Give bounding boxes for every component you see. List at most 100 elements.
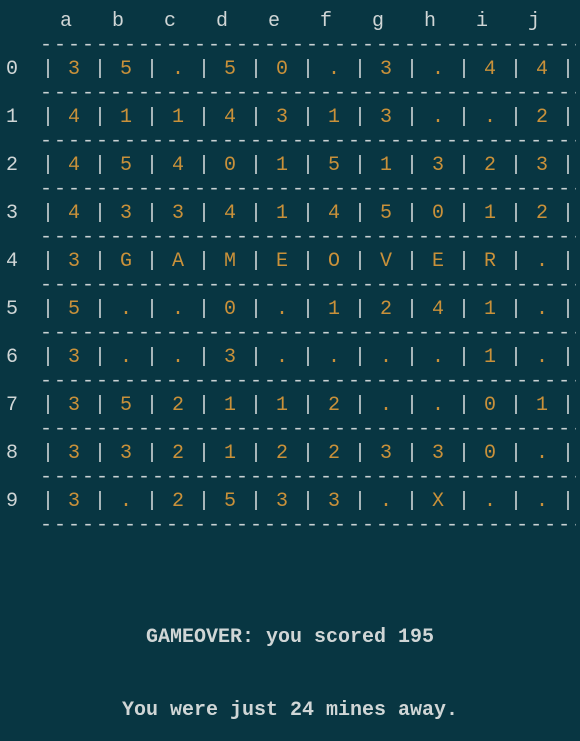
grid-cell[interactable]: X [418, 490, 458, 513]
grid-cell[interactable]: 3 [54, 58, 94, 81]
grid-cell[interactable]: 3 [366, 106, 406, 129]
grid-cell[interactable]: 4 [54, 154, 94, 177]
grid-cell[interactable]: . [418, 58, 458, 81]
grid-cell[interactable]: 3 [262, 490, 302, 513]
grid-cell[interactable]: . [158, 298, 198, 321]
grid-cell[interactable]: 2 [522, 106, 562, 129]
grid-cell[interactable]: 2 [158, 442, 198, 465]
grid-cell[interactable]: . [470, 106, 510, 129]
grid-cell[interactable]: E [262, 250, 302, 273]
grid-cell[interactable]: 3 [366, 58, 406, 81]
grid-cell[interactable]: 1 [262, 202, 302, 225]
grid-cell[interactable]: G [106, 250, 146, 273]
grid-cell[interactable]: 2 [366, 298, 406, 321]
grid-cell[interactable]: 4 [210, 106, 250, 129]
grid-cell[interactable]: 2 [470, 154, 510, 177]
grid-cell[interactable]: 5 [314, 154, 354, 177]
grid-cell[interactable]: 0 [210, 154, 250, 177]
grid-cell[interactable]: E [418, 250, 458, 273]
grid-cell[interactable]: 1 [158, 106, 198, 129]
grid-cell[interactable]: M [210, 250, 250, 273]
grid-cell[interactable]: 4 [470, 58, 510, 81]
grid-cell[interactable]: . [314, 346, 354, 369]
grid-cell[interactable]: 0 [210, 298, 250, 321]
grid-cell[interactable]: 1 [470, 298, 510, 321]
grid-cell[interactable]: 0 [470, 394, 510, 417]
grid-cell[interactable]: 4 [54, 106, 94, 129]
grid-cell[interactable]: 0 [470, 442, 510, 465]
grid-cell[interactable]: 1 [262, 154, 302, 177]
grid-cell[interactable]: 5 [210, 58, 250, 81]
grid-cell[interactable]: . [106, 298, 146, 321]
grid-cell[interactable]: . [522, 250, 562, 273]
grid-cell[interactable]: 2 [314, 394, 354, 417]
grid-cell[interactable]: 2 [522, 202, 562, 225]
grid-cell[interactable]: 5 [106, 58, 146, 81]
grid-cell[interactable]: 4 [522, 58, 562, 81]
grid-cell[interactable]: 4 [210, 202, 250, 225]
grid-cell[interactable]: 1 [366, 154, 406, 177]
grid-cell[interactable]: . [522, 490, 562, 513]
grid-cell[interactable]: 5 [366, 202, 406, 225]
grid-cell[interactable]: 0 [418, 202, 458, 225]
grid-cell[interactable]: O [314, 250, 354, 273]
grid-cell[interactable]: 2 [158, 394, 198, 417]
grid-cell[interactable]: 4 [54, 202, 94, 225]
grid-cell[interactable]: 3 [54, 442, 94, 465]
grid-cell[interactable]: . [418, 394, 458, 417]
grid-cell[interactable]: 3 [314, 490, 354, 513]
grid-cell[interactable]: . [262, 298, 302, 321]
grid-cell[interactable]: 1 [262, 394, 302, 417]
grid-cell[interactable]: 3 [54, 346, 94, 369]
grid-cell[interactable]: 1 [106, 106, 146, 129]
grid-cell[interactable]: 4 [314, 202, 354, 225]
grid-cell[interactable]: 3 [54, 250, 94, 273]
grid-cell[interactable]: . [418, 346, 458, 369]
grid-cell[interactable]: . [522, 298, 562, 321]
grid-cell[interactable]: 4 [418, 298, 458, 321]
grid-cell[interactable]: 5 [210, 490, 250, 513]
grid-cell[interactable]: . [262, 346, 302, 369]
grid-cell[interactable]: 0 [262, 58, 302, 81]
grid-cell[interactable]: . [158, 58, 198, 81]
grid-cell[interactable]: 5 [54, 298, 94, 321]
grid-cell[interactable]: 2 [158, 490, 198, 513]
grid-cell[interactable]: . [522, 346, 562, 369]
grid-cell[interactable]: 3 [54, 394, 94, 417]
grid-cell[interactable]: 4 [158, 154, 198, 177]
grid-cell[interactable]: . [470, 490, 510, 513]
grid-cell[interactable]: 1 [470, 202, 510, 225]
grid-cell[interactable]: 3 [418, 154, 458, 177]
grid-cell[interactable]: 3 [262, 106, 302, 129]
grid-cell[interactable]: . [366, 346, 406, 369]
grid-cell[interactable]: . [366, 394, 406, 417]
grid-cell[interactable]: 3 [158, 202, 198, 225]
grid-cell[interactable]: 5 [106, 154, 146, 177]
grid-cell[interactable]: V [366, 250, 406, 273]
grid-cell[interactable]: 5 [106, 394, 146, 417]
grid-cell[interactable]: . [314, 58, 354, 81]
grid-cell[interactable]: . [366, 490, 406, 513]
grid-cell[interactable]: 3 [54, 490, 94, 513]
grid-cell[interactable]: A [158, 250, 198, 273]
grid-cell[interactable]: 1 [210, 394, 250, 417]
grid-cell[interactable]: . [106, 490, 146, 513]
grid-cell[interactable]: 2 [262, 442, 302, 465]
grid-cell[interactable]: 3 [106, 202, 146, 225]
grid-cell[interactable]: 1 [470, 346, 510, 369]
grid-cell[interactable]: 3 [106, 442, 146, 465]
grid-cell[interactable]: 1 [314, 106, 354, 129]
grid-cell[interactable]: 2 [314, 442, 354, 465]
grid-cell[interactable]: R [470, 250, 510, 273]
grid-cell[interactable]: . [418, 106, 458, 129]
grid-cell[interactable]: 1 [210, 442, 250, 465]
grid-cell[interactable]: 1 [522, 394, 562, 417]
grid-cell[interactable]: 3 [418, 442, 458, 465]
grid-cell[interactable]: 1 [314, 298, 354, 321]
grid-cell[interactable]: . [158, 346, 198, 369]
grid-cell[interactable]: 3 [210, 346, 250, 369]
grid-cell[interactable]: . [106, 346, 146, 369]
grid-cell[interactable]: 3 [366, 442, 406, 465]
grid-cell[interactable]: . [522, 442, 562, 465]
grid-cell[interactable]: 3 [522, 154, 562, 177]
